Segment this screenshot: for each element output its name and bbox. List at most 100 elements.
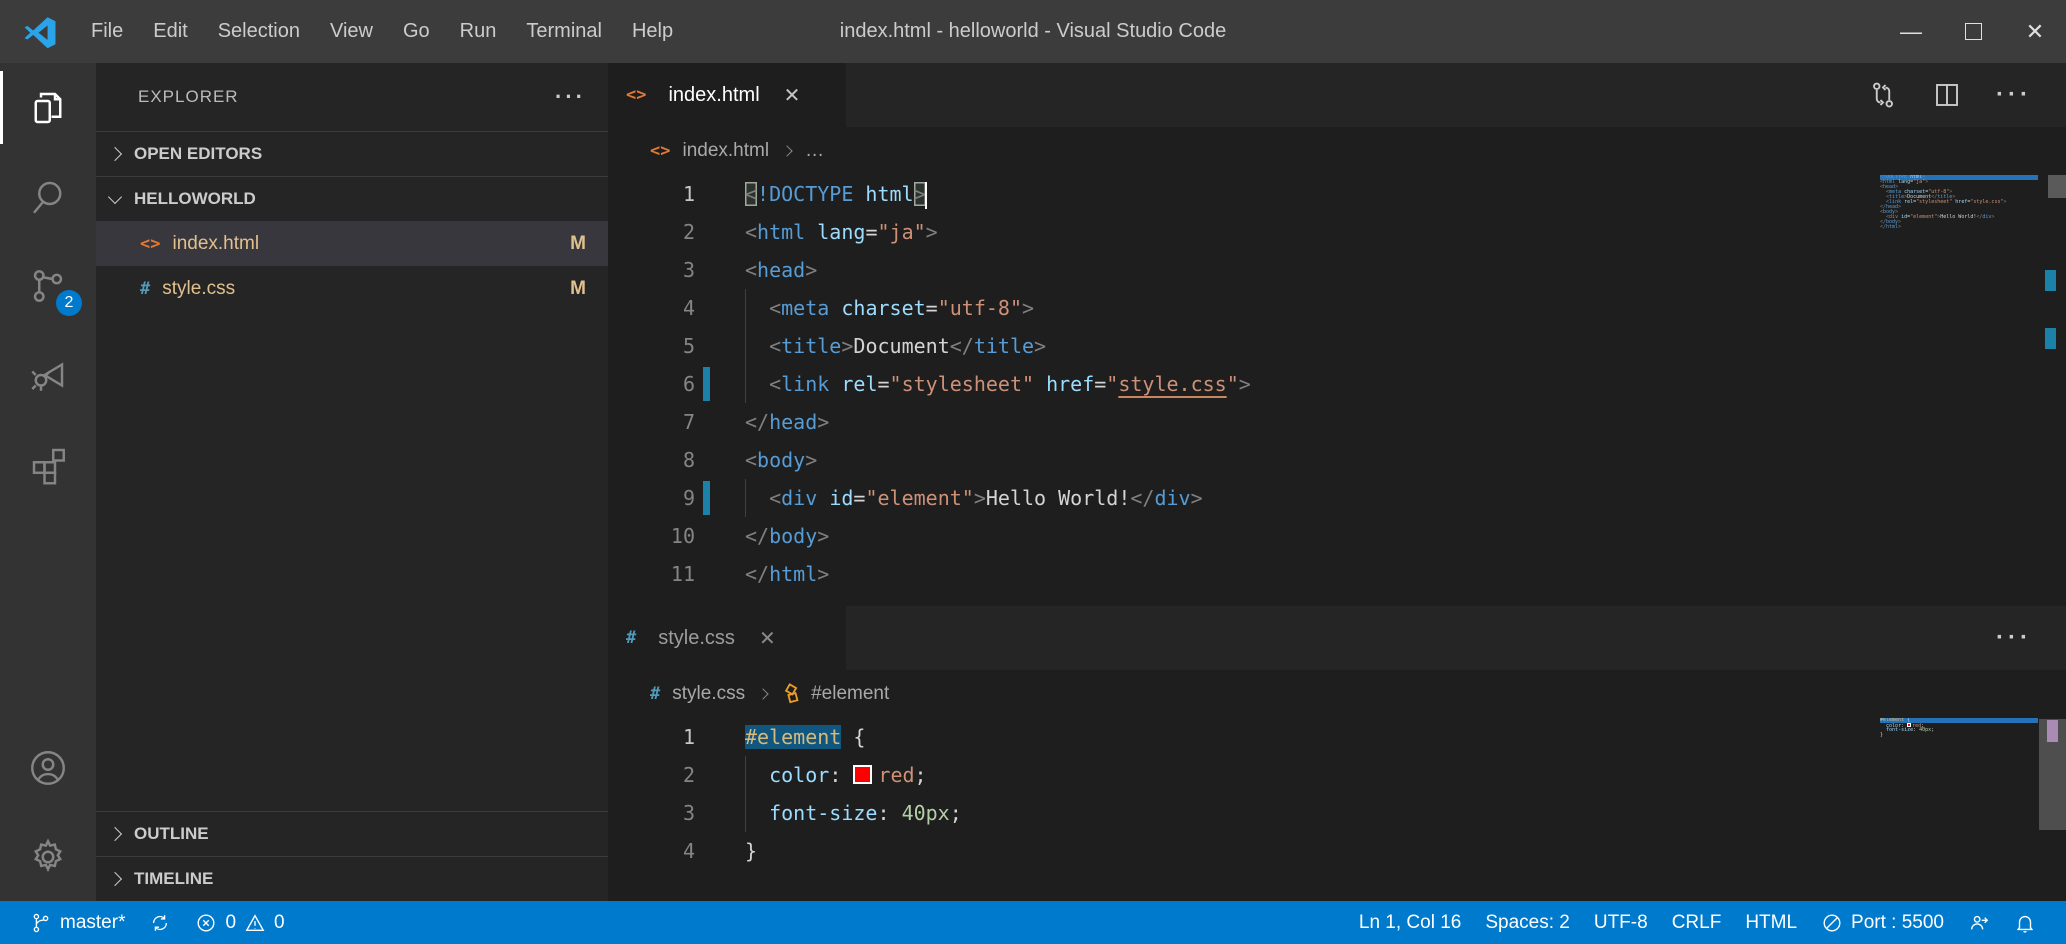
timeline-label: TIMELINE bbox=[134, 869, 213, 889]
css-file-icon: # bbox=[140, 279, 150, 299]
accounts-icon[interactable] bbox=[0, 723, 96, 812]
warnings-icon bbox=[244, 912, 266, 934]
file-style-css[interactable]: # style.css M bbox=[96, 266, 608, 311]
explorer-icon[interactable] bbox=[0, 63, 96, 152]
scrollbar-thumb[interactable] bbox=[2048, 175, 2066, 198]
file-index-html[interactable]: <> index.html M bbox=[96, 221, 608, 266]
folder-label: HELLOWORLD bbox=[134, 189, 256, 209]
chevron-right-icon bbox=[108, 147, 122, 161]
run-debug-icon[interactable] bbox=[0, 330, 96, 419]
editor-group-index-html: <> index.html ✕ ··· <> index.html bbox=[608, 63, 2066, 606]
menu-go[interactable]: Go bbox=[388, 0, 445, 63]
search-icon[interactable] bbox=[0, 152, 96, 241]
html-file-icon: <> bbox=[140, 234, 160, 254]
code-content[interactable]: <!DOCTYPE html><html lang="ja"><head> <m… bbox=[745, 175, 1876, 593]
breadcrumb: # style.css #element bbox=[608, 670, 2066, 718]
open-editors-label: OPEN EDITORS bbox=[134, 144, 262, 164]
tab-label: index.html bbox=[668, 84, 759, 107]
source-control-icon[interactable]: 2 bbox=[0, 241, 96, 330]
explorer-sidebar: EXPLORER ··· OPEN EDITORS HELLOWORLD <> … bbox=[96, 63, 608, 901]
line-numbers-gutter: 1234 bbox=[608, 718, 745, 870]
overview-selection-mark bbox=[2047, 720, 2058, 742]
outline-section[interactable]: OUTLINE bbox=[96, 811, 608, 856]
indentation-item[interactable]: Spaces: 2 bbox=[1473, 901, 1582, 944]
line-numbers-gutter: 1234567891011 bbox=[608, 175, 745, 593]
editor-area: <> index.html ✕ ··· <> index.html bbox=[608, 63, 2066, 901]
notifications-button[interactable] bbox=[2002, 901, 2048, 944]
close-tab-icon[interactable]: ✕ bbox=[753, 624, 782, 653]
vertical-scrollbar[interactable] bbox=[2038, 175, 2066, 606]
git-branch-item[interactable]: master* bbox=[18, 901, 137, 944]
chevron-right-icon bbox=[108, 827, 122, 841]
explorer-actions-button[interactable]: ··· bbox=[547, 84, 594, 110]
git-modified-badge: M bbox=[570, 278, 586, 300]
file-name: index.html bbox=[172, 233, 259, 255]
branch-icon bbox=[30, 912, 52, 934]
eol-item[interactable]: CRLF bbox=[1660, 901, 1734, 944]
cursor-position-item[interactable]: Ln 1, Col 16 bbox=[1347, 901, 1473, 944]
menu-selection[interactable]: Selection bbox=[203, 0, 315, 63]
css-file-icon: # bbox=[650, 684, 660, 704]
folder-helloworld[interactable]: HELLOWORLD bbox=[96, 176, 608, 221]
tab-index-html[interactable]: <> index.html ✕ bbox=[608, 63, 846, 127]
maximize-button[interactable] bbox=[1942, 0, 2004, 63]
more-actions-button[interactable]: ··· bbox=[1996, 624, 2032, 652]
minimap[interactable]: #element { color: red; font-size: 40px;} bbox=[1880, 718, 2038, 901]
live-server-port-item[interactable]: Port : 5500 bbox=[1809, 901, 1956, 944]
code-content[interactable]: #element { color: red; font-size: 40px;} bbox=[745, 718, 1876, 870]
window-title: index.html - helloworld - Visual Studio … bbox=[840, 0, 1227, 63]
language-mode-item[interactable]: HTML bbox=[1733, 901, 1809, 944]
breadcrumb-symbol[interactable]: … bbox=[805, 140, 824, 162]
open-changes-icon[interactable] bbox=[1868, 80, 1898, 110]
feedback-button[interactable] bbox=[1956, 901, 2002, 944]
file-name: style.css bbox=[162, 278, 235, 300]
open-editors-section[interactable]: OPEN EDITORS bbox=[96, 131, 608, 176]
sync-changes-button[interactable] bbox=[137, 901, 183, 944]
maximize-icon bbox=[1965, 23, 1982, 40]
breadcrumb-symbol[interactable]: #element bbox=[781, 683, 889, 705]
timeline-section[interactable]: TIMELINE bbox=[96, 856, 608, 901]
activity-bar: 2 bbox=[0, 63, 96, 901]
css-file-icon: # bbox=[626, 628, 636, 648]
vscode-window: File Edit Selection View Go Run Terminal… bbox=[0, 0, 2066, 944]
minimize-button[interactable]: — bbox=[1880, 0, 1942, 63]
extensions-icon[interactable] bbox=[0, 419, 96, 508]
tab-bar: # style.css ✕ ··· bbox=[608, 606, 2066, 670]
sync-icon bbox=[149, 912, 171, 934]
css-rule-symbol-icon bbox=[781, 683, 803, 705]
menu-run[interactable]: Run bbox=[445, 0, 512, 63]
overview-modified-mark bbox=[2045, 270, 2056, 291]
source-control-badge: 2 bbox=[56, 290, 82, 316]
blocked-circle-icon bbox=[1821, 912, 1843, 934]
menu-terminal[interactable]: Terminal bbox=[511, 0, 617, 63]
chevron-down-icon bbox=[108, 190, 122, 204]
close-button[interactable]: ✕ bbox=[2004, 0, 2066, 63]
breadcrumb-separator-icon bbox=[757, 688, 768, 699]
minimap[interactable]: <!DOCTYPE html><html lang="ja"><head> <m… bbox=[1880, 175, 2038, 606]
vertical-scrollbar[interactable] bbox=[2038, 718, 2066, 901]
tab-style-css[interactable]: # style.css ✕ bbox=[608, 606, 846, 670]
menu-edit[interactable]: Edit bbox=[138, 0, 202, 63]
git-modified-badge: M bbox=[570, 233, 586, 255]
problems-item[interactable]: 0 0 bbox=[183, 901, 296, 944]
html-file-icon: <> bbox=[626, 85, 646, 105]
breadcrumb-separator-icon bbox=[781, 145, 792, 156]
split-editor-icon[interactable] bbox=[1932, 80, 1962, 110]
close-tab-icon[interactable]: ✕ bbox=[778, 81, 807, 110]
outline-label: OUTLINE bbox=[134, 824, 209, 844]
menu-help[interactable]: Help bbox=[617, 0, 688, 63]
tab-label: style.css bbox=[658, 627, 735, 650]
code-editor-style-css[interactable]: 1234 #element { color: red; font-size: 4… bbox=[608, 718, 2066, 901]
menu-view[interactable]: View bbox=[315, 0, 388, 63]
menu-file[interactable]: File bbox=[76, 0, 138, 63]
encoding-item[interactable]: UTF-8 bbox=[1582, 901, 1660, 944]
bell-icon bbox=[2014, 912, 2036, 934]
window-controls: — ✕ bbox=[1880, 0, 2066, 63]
breadcrumb-file[interactable]: <> index.html bbox=[650, 140, 769, 162]
code-editor-index-html[interactable]: 1234567891011 <!DOCTYPE html><html lang=… bbox=[608, 175, 2066, 606]
more-actions-button[interactable]: ··· bbox=[1996, 81, 2032, 109]
feedback-icon bbox=[1968, 912, 1990, 934]
settings-gear-icon[interactable] bbox=[0, 812, 96, 901]
html-file-icon: <> bbox=[650, 141, 670, 161]
breadcrumb-file[interactable]: # style.css bbox=[650, 683, 745, 705]
